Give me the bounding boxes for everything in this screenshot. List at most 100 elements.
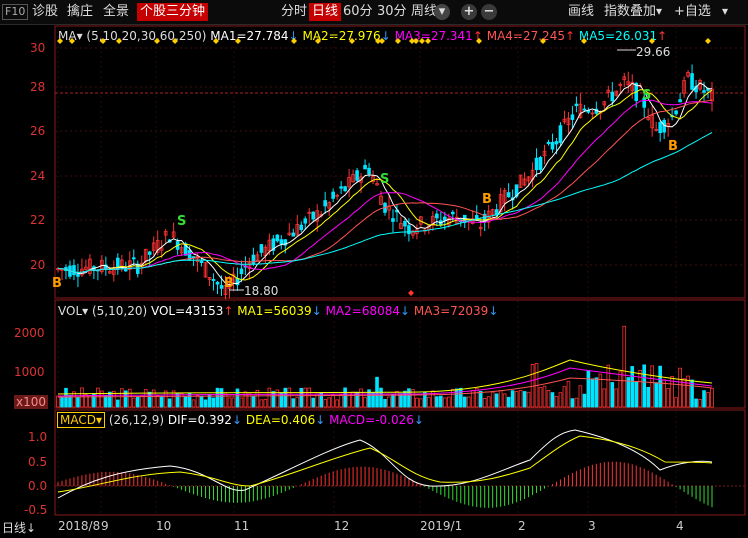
candle-body bbox=[291, 232, 296, 237]
volume-bar bbox=[287, 387, 292, 408]
volume-bar bbox=[538, 387, 543, 408]
volume-bar bbox=[279, 392, 284, 408]
volume-bar bbox=[634, 381, 639, 408]
stock-chart[interactable] bbox=[0, 0, 748, 538]
volume-bar bbox=[458, 387, 463, 408]
candle-body bbox=[311, 211, 316, 220]
volume-bar bbox=[482, 397, 487, 408]
volume-bar bbox=[614, 388, 619, 408]
volume-bar bbox=[251, 395, 256, 408]
volume-bar bbox=[379, 387, 383, 408]
volume-bar bbox=[227, 397, 232, 408]
volume-bar bbox=[291, 398, 296, 408]
volume-bar bbox=[466, 396, 471, 408]
volume-bar bbox=[618, 371, 623, 408]
volume-bar bbox=[203, 399, 208, 408]
volume-bar bbox=[191, 399, 196, 408]
volume-bar bbox=[299, 387, 304, 408]
volume-bar bbox=[167, 398, 172, 408]
y-tick: 30 bbox=[30, 41, 46, 55]
volume-bar bbox=[646, 386, 650, 408]
volume-bar bbox=[155, 395, 160, 408]
volume-bar bbox=[574, 397, 579, 408]
candle-body bbox=[435, 213, 439, 219]
candle-body bbox=[690, 73, 694, 90]
volume-bar bbox=[462, 396, 467, 408]
volume-bar bbox=[195, 394, 200, 408]
candle-body bbox=[331, 191, 335, 199]
event-diamond bbox=[235, 38, 241, 44]
macd-selector[interactable]: MACD▾ bbox=[57, 412, 106, 428]
volume-bar bbox=[494, 393, 499, 408]
volume-bar bbox=[239, 397, 244, 408]
volume-bar bbox=[486, 396, 491, 408]
candle-body bbox=[367, 167, 371, 175]
volume-bar bbox=[151, 389, 156, 408]
volume-bar bbox=[502, 393, 507, 408]
volume-bar bbox=[586, 369, 591, 408]
candle-body bbox=[355, 170, 359, 181]
volume-bar bbox=[554, 396, 559, 408]
volume-bar bbox=[327, 397, 331, 408]
event-diamond bbox=[213, 38, 219, 44]
candle-body bbox=[363, 164, 367, 170]
candle-body bbox=[554, 141, 559, 145]
x-tick: 4 bbox=[676, 519, 684, 533]
volume-bar bbox=[391, 394, 395, 408]
volume-bar bbox=[638, 369, 643, 408]
volume-bar bbox=[259, 399, 264, 408]
x-tick: 2019/1 bbox=[420, 519, 463, 533]
volume-bar bbox=[76, 396, 80, 408]
volume-bar bbox=[60, 397, 64, 408]
sell-signal: S bbox=[177, 214, 187, 229]
candle-body bbox=[343, 186, 347, 192]
candle-body bbox=[538, 156, 543, 170]
volume-bar bbox=[447, 396, 451, 408]
volume-bar bbox=[590, 378, 595, 408]
candle-body bbox=[275, 234, 280, 242]
period-selector[interactable]: 日线↓ bbox=[2, 519, 36, 536]
volume-bar bbox=[626, 377, 631, 408]
y-tick: 24 bbox=[30, 169, 46, 183]
event-diamond bbox=[540, 38, 546, 44]
candle-body bbox=[299, 224, 304, 231]
volume-bar bbox=[399, 393, 403, 408]
vol-selector[interactable]: VOL bbox=[58, 304, 82, 318]
volume-bar bbox=[498, 390, 503, 408]
event-diamond bbox=[172, 38, 178, 44]
volume-bar bbox=[606, 364, 611, 408]
volume-bar bbox=[387, 396, 391, 408]
candle-body bbox=[259, 244, 264, 253]
volume-bar bbox=[542, 385, 547, 408]
candle-body bbox=[610, 91, 615, 102]
candle-body bbox=[403, 221, 407, 227]
buy-signal: B bbox=[668, 139, 678, 154]
candle-body bbox=[303, 218, 308, 224]
volume-bar bbox=[339, 394, 343, 408]
volume-bar bbox=[303, 387, 308, 408]
macd-y-tick: 0.5 bbox=[28, 455, 48, 469]
volume-bar bbox=[526, 391, 531, 408]
volume-bar bbox=[127, 388, 132, 408]
macd-indicator-legend: MACD▾ (26,12,9) DIF=0.392↓ DEA=0.406↓ MA… bbox=[57, 412, 424, 428]
volume-bar bbox=[610, 382, 615, 408]
candle-body bbox=[239, 268, 244, 275]
volume-bar bbox=[654, 382, 658, 408]
candle-body bbox=[135, 263, 140, 274]
volume-bar bbox=[558, 392, 563, 408]
volume-bar bbox=[179, 393, 184, 408]
volume-bar bbox=[474, 388, 479, 408]
candle-body bbox=[558, 125, 563, 143]
volume-bar bbox=[546, 390, 551, 408]
sell-signal: S bbox=[380, 172, 390, 187]
candle-body bbox=[450, 211, 455, 215]
macd-y-tick: 1.0 bbox=[28, 430, 48, 444]
sell-signal: S bbox=[642, 88, 652, 103]
volume-bar bbox=[235, 388, 240, 408]
volume-indicator-legend: VOL▾ (5,10,20) VOL=43153↑ MA1=56039↓ MA2… bbox=[58, 304, 499, 318]
candle-body bbox=[574, 103, 579, 107]
volume-bar bbox=[510, 390, 515, 408]
y-tick: 26 bbox=[30, 124, 46, 138]
event-diamond bbox=[649, 38, 655, 44]
volume-bar bbox=[602, 388, 607, 408]
